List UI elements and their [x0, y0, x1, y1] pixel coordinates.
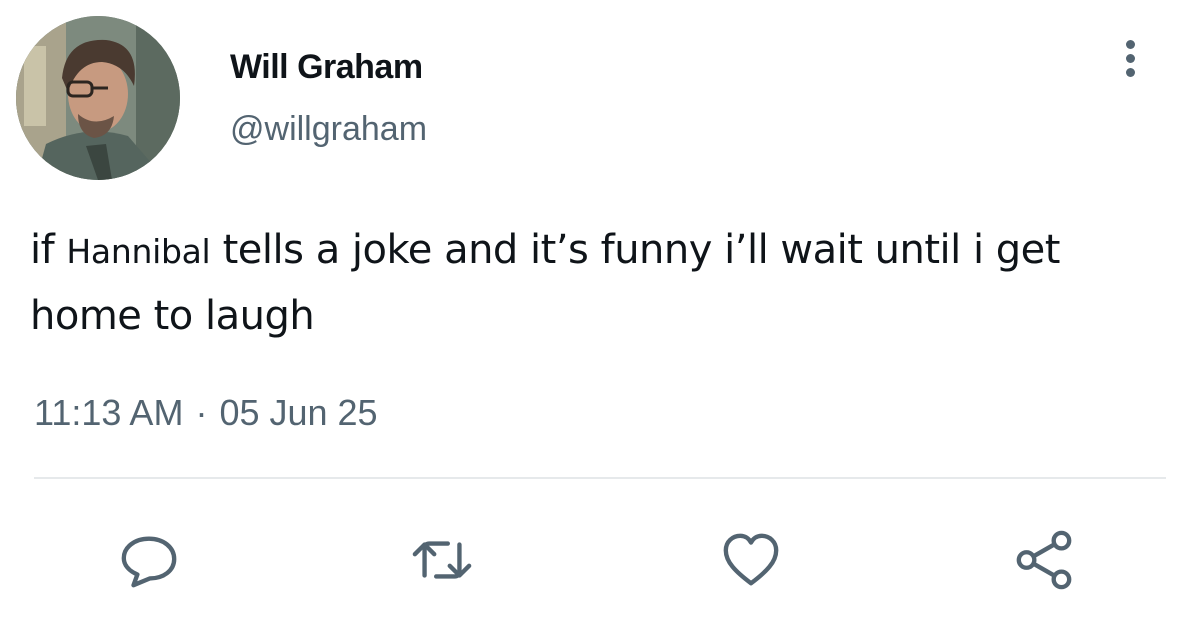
avatar[interactable] [16, 16, 180, 180]
divider [34, 477, 1166, 479]
tweet-card: Will Graham @willgraham if Hannibal tell… [0, 0, 1200, 627]
profile-photo-icon [16, 16, 180, 180]
more-dot [1125, 67, 1135, 77]
tweet-text-start: if [30, 227, 67, 273]
tweet-text: if Hannibal tells a joke and it’s funny … [30, 218, 1180, 348]
tweet-date: 05 Jun 25 [219, 392, 378, 433]
speech-bubble-icon [121, 536, 177, 588]
retweet-arrows-icon [412, 541, 472, 579]
tweet-time: 11:13 AM [34, 392, 184, 433]
mention-hannibal: Hannibal [66, 232, 211, 271]
timestamp-separator: · [195, 392, 208, 433]
share-nodes-icon [1016, 530, 1072, 590]
more-options-button[interactable] [1114, 30, 1146, 86]
like-button[interactable] [719, 528, 783, 592]
more-dot [1125, 53, 1135, 63]
share-button[interactable] [1012, 528, 1076, 592]
heart-icon [723, 533, 779, 586]
retweet-button[interactable] [410, 528, 474, 592]
user-handle[interactable]: @willgraham [230, 110, 427, 149]
display-name[interactable]: Will Graham [230, 48, 423, 87]
more-dots-icon [1125, 39, 1135, 49]
reply-button[interactable] [117, 528, 181, 592]
tweet-timestamp[interactable]: 11:13 AM · 05 Jun 25 [34, 392, 378, 434]
